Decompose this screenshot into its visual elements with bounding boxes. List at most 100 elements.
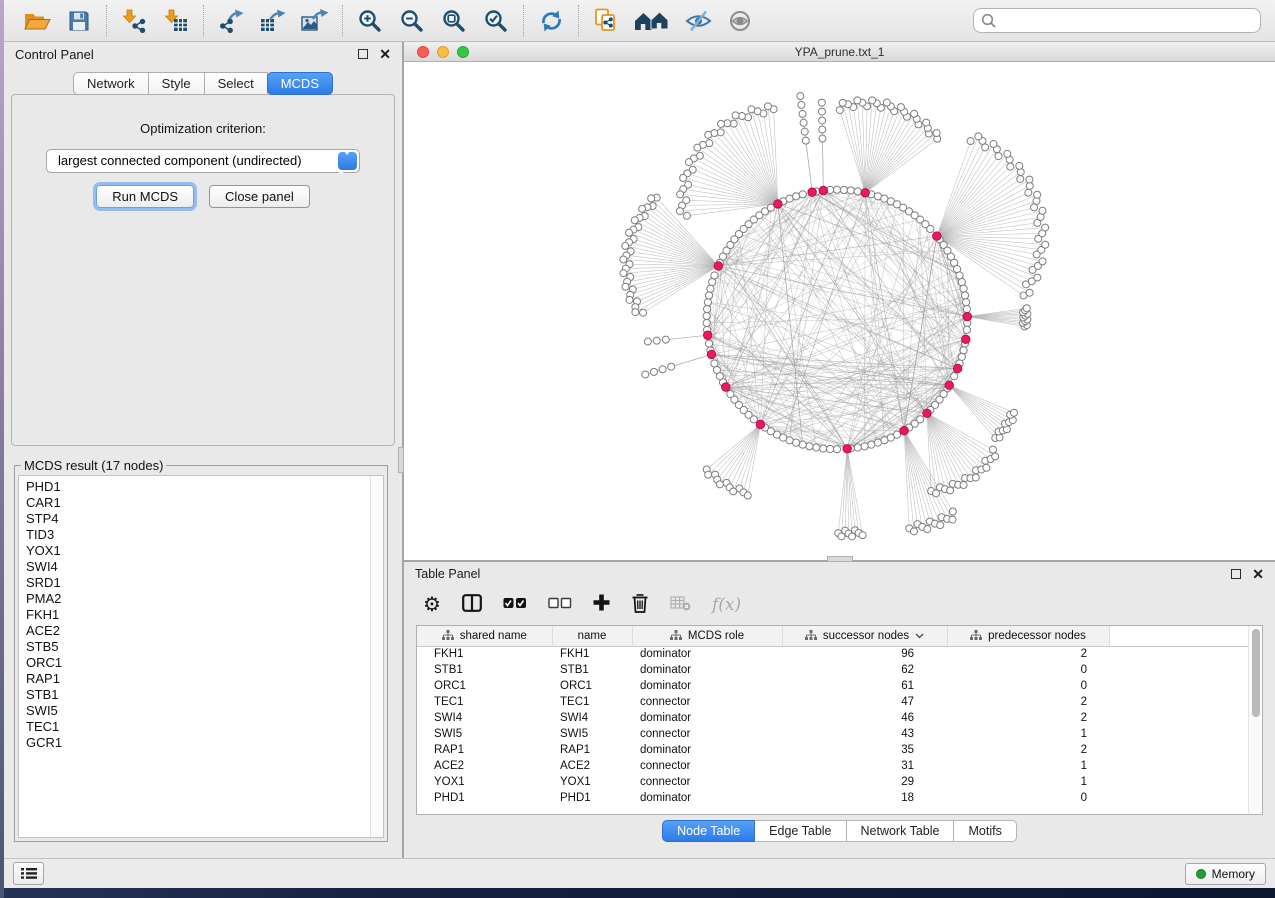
list-item[interactable]: ORC1 <box>26 655 367 671</box>
column-header[interactable]: successor nodes <box>782 626 947 646</box>
list-item[interactable]: CAR1 <box>26 495 367 511</box>
table-panel: Table Panel ✕ ⚙ f(x) shared namena <box>404 562 1275 858</box>
table-scrollbar[interactable] <box>1248 626 1262 814</box>
zoom-out-icon[interactable] <box>396 6 428 36</box>
open-folder-icon[interactable] <box>21 6 53 36</box>
table-close-icon[interactable]: ✕ <box>1252 569 1264 579</box>
close-panel-icon[interactable]: ✕ <box>379 49 391 59</box>
table-float-icon[interactable] <box>1231 569 1241 579</box>
zoom-fit-icon[interactable] <box>438 6 470 36</box>
table-cell: 47 <box>782 694 947 710</box>
node-table[interactable]: shared namenameMCDS rolesuccessor nodesp… <box>416 625 1263 815</box>
table-cell: 2 <box>947 710 1109 726</box>
delete-table-icon <box>670 595 691 616</box>
table-row[interactable]: RAP1RAP1dominator352 <box>417 742 1262 758</box>
tab-style[interactable]: Style <box>149 72 205 95</box>
table-row[interactable]: SWI5SWI5connector431 <box>417 726 1262 742</box>
list-item[interactable]: YOX1 <box>26 543 367 559</box>
tab-edge-table[interactable]: Edge Table <box>755 820 846 842</box>
table-cell: ORC1 <box>552 678 632 694</box>
table-cell: connector <box>632 758 782 774</box>
horizontal-splitter-handle[interactable] <box>827 556 853 562</box>
select-all-icon[interactable] <box>503 596 527 614</box>
table-row[interactable]: PHD1PHD1dominator180 <box>417 790 1262 806</box>
list-item[interactable]: STB5 <box>26 639 367 655</box>
table-cell: dominator <box>632 790 782 806</box>
list-item[interactable]: STB1 <box>26 687 367 703</box>
list-item[interactable]: PMA2 <box>26 591 367 607</box>
sitemap-icon <box>442 630 454 641</box>
sitemap-icon <box>970 630 982 641</box>
table-cell: 1 <box>947 774 1109 790</box>
deselect-all-icon[interactable] <box>548 596 572 614</box>
eye-icon[interactable] <box>724 6 756 36</box>
table-row[interactable]: FKH1FKH1dominator962 <box>417 646 1262 662</box>
list-item[interactable]: SRD1 <box>26 575 367 591</box>
tab-network[interactable]: Network <box>73 72 149 95</box>
run-mcds-button[interactable]: Run MCDS <box>96 185 194 208</box>
tab-mcds[interactable]: MCDS <box>267 72 333 95</box>
result-list-scrollbar[interactable] <box>370 476 383 837</box>
table-cell: 46 <box>782 710 947 726</box>
clone-network-icon[interactable] <box>590 6 622 36</box>
delete-column-icon[interactable] <box>631 593 649 618</box>
float-panel-icon[interactable] <box>358 49 368 59</box>
window-minimize-icon[interactable] <box>437 46 449 58</box>
zoom-in-icon[interactable] <box>354 6 386 36</box>
vertical-splitter-handle[interactable] <box>398 447 404 473</box>
mcds-result-list[interactable]: PHD1CAR1STP4TID3YOX1SWI4SRD1PMA2FKH1ACE2… <box>18 475 384 838</box>
table-cell: 62 <box>782 662 947 678</box>
show-panels-button[interactable] <box>13 862 44 885</box>
search-input[interactable] <box>973 8 1261 33</box>
network-canvas[interactable] <box>404 62 1275 560</box>
close-panel-button[interactable]: Close panel <box>209 185 310 208</box>
export-network-icon[interactable] <box>215 6 247 36</box>
tab-select[interactable]: Select <box>205 72 268 95</box>
export-image-icon[interactable] <box>299 6 331 36</box>
tab-network-table[interactable]: Network Table <box>847 820 955 842</box>
window-zoom-icon[interactable] <box>457 46 469 58</box>
import-table-icon[interactable] <box>160 6 192 36</box>
table-cell: SWI5 <box>417 726 552 742</box>
add-column-icon[interactable] <box>593 594 610 616</box>
save-icon[interactable] <box>63 6 95 36</box>
houses-icon[interactable] <box>632 6 672 36</box>
memory-status-icon <box>1196 869 1206 879</box>
tab-node-table[interactable]: Node Table <box>662 820 755 842</box>
column-header[interactable]: predecessor nodes <box>947 626 1109 646</box>
refresh-icon[interactable] <box>535 6 567 36</box>
columns-icon[interactable] <box>462 594 482 617</box>
table-cell: RAP1 <box>552 742 632 758</box>
tab-motifs[interactable]: Motifs <box>954 820 1016 842</box>
zoom-selected-icon[interactable] <box>480 6 512 36</box>
column-header[interactable]: name <box>552 626 632 646</box>
window-close-icon[interactable] <box>417 46 429 58</box>
export-table-icon[interactable] <box>257 6 289 36</box>
memory-button[interactable]: Memory <box>1185 863 1266 885</box>
list-item[interactable]: TEC1 <box>26 719 367 735</box>
table-row[interactable]: ACE2ACE2connector311 <box>417 758 1262 774</box>
list-item[interactable]: RAP1 <box>26 671 367 687</box>
criterion-select[interactable]: largest connected component (undirected) <box>46 149 360 173</box>
table-cell: 29 <box>782 774 947 790</box>
list-item[interactable]: SWI4 <box>26 559 367 575</box>
list-item[interactable]: FKH1 <box>26 607 367 623</box>
column-header[interactable]: MCDS role <box>632 626 782 646</box>
list-item[interactable]: GCR1 <box>26 735 367 751</box>
list-item[interactable]: STP4 <box>26 511 367 527</box>
list-item[interactable]: SWI5 <box>26 703 367 719</box>
gear-icon[interactable]: ⚙ <box>423 595 441 615</box>
list-item[interactable]: PHD1 <box>26 479 367 495</box>
column-header[interactable]: shared name <box>417 626 552 646</box>
table-scrollbar-thumb[interactable] <box>1252 629 1260 717</box>
table-cell: 2 <box>947 742 1109 758</box>
list-item[interactable]: TID3 <box>26 527 367 543</box>
table-row[interactable]: ORC1ORC1dominator610 <box>417 678 1262 694</box>
table-row[interactable]: YOX1YOX1connector291 <box>417 774 1262 790</box>
table-row[interactable]: TEC1TEC1connector472 <box>417 694 1262 710</box>
table-row[interactable]: STB1STB1dominator620 <box>417 662 1262 678</box>
list-item[interactable]: ACE2 <box>26 623 367 639</box>
import-network-icon[interactable] <box>118 6 150 36</box>
eye-slash-icon[interactable] <box>682 6 714 36</box>
table-row[interactable]: SWI4SWI4dominator462 <box>417 710 1262 726</box>
